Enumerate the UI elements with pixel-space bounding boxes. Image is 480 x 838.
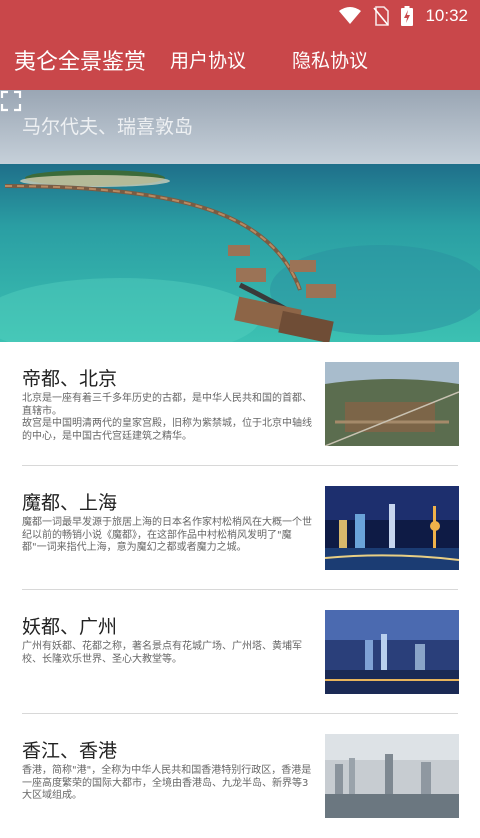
status-bar: 10:32 xyxy=(0,0,480,32)
item-description: 广州有妖都、花都之称，著名景点有花城广场、广州塔、黄埔军校、长隆欢乐世界、圣心大… xyxy=(22,641,302,665)
banner-caption: 马尔代夫、瑞喜敦岛 xyxy=(22,116,194,138)
panorama-banner[interactable]: 马尔代夫、瑞喜敦岛 xyxy=(0,90,480,342)
item-description: 魔都一词最早发源于旅居上海的日本名作家村松梢风在大概一个世纪以前的畅销小说《魔都… xyxy=(22,517,312,554)
app-title: 夷仑全景鉴赏 xyxy=(14,50,147,75)
item-description: 香港，简称"港"，全称为中华人民共和国香港特别行政区，香港是一座高度繁荣的国际大… xyxy=(22,765,312,802)
item-title: 帝都、北京 xyxy=(22,368,118,390)
shanghai-thumbnail xyxy=(325,486,459,570)
app-bar: 夷仑全景鉴赏 用户协议 隐私协议 xyxy=(0,32,480,90)
list-item-guangzhou[interactable]: 妖都、广州 广州有妖都、花都之称，著名景点有花城广场、广州塔、黄埔军校、长隆欢乐… xyxy=(0,590,480,714)
battery-charging-icon xyxy=(401,6,414,26)
privacy-policy-link[interactable]: 隐私协议 xyxy=(292,46,368,73)
fullscreen-icon[interactable] xyxy=(0,90,22,112)
item-title: 妖都、广州 xyxy=(22,616,118,638)
guangzhou-thumbnail xyxy=(325,610,459,694)
beijing-thumbnail xyxy=(325,362,459,446)
item-title: 魔都、上海 xyxy=(22,492,118,514)
list-item-beijing[interactable]: 帝都、北京 北京是一座有着三千多年历史的古都，是中华人民共和国的首都、直辖市。 … xyxy=(0,342,480,466)
list-item-hongkong[interactable]: 香江、香港 香港，简称"港"，全称为中华人民共和国香港特别行政区，香港是一座高度… xyxy=(0,714,480,838)
list-item-shanghai[interactable]: 魔都、上海 魔都一词最早发源于旅居上海的日本名作家村松梢风在大概一个世纪以前的畅… xyxy=(0,466,480,590)
no-sim-icon xyxy=(373,6,390,26)
user-agreement-link[interactable]: 用户协议 xyxy=(170,46,246,73)
clock: 10:32 xyxy=(425,6,468,25)
hongkong-thumbnail xyxy=(325,734,459,818)
item-description: 北京是一座有着三千多年历史的古都，是中华人民共和国的首都、直辖市。 故宫是中国明… xyxy=(22,393,312,442)
item-title: 香江、香港 xyxy=(22,740,118,762)
wifi-icon xyxy=(339,7,362,24)
